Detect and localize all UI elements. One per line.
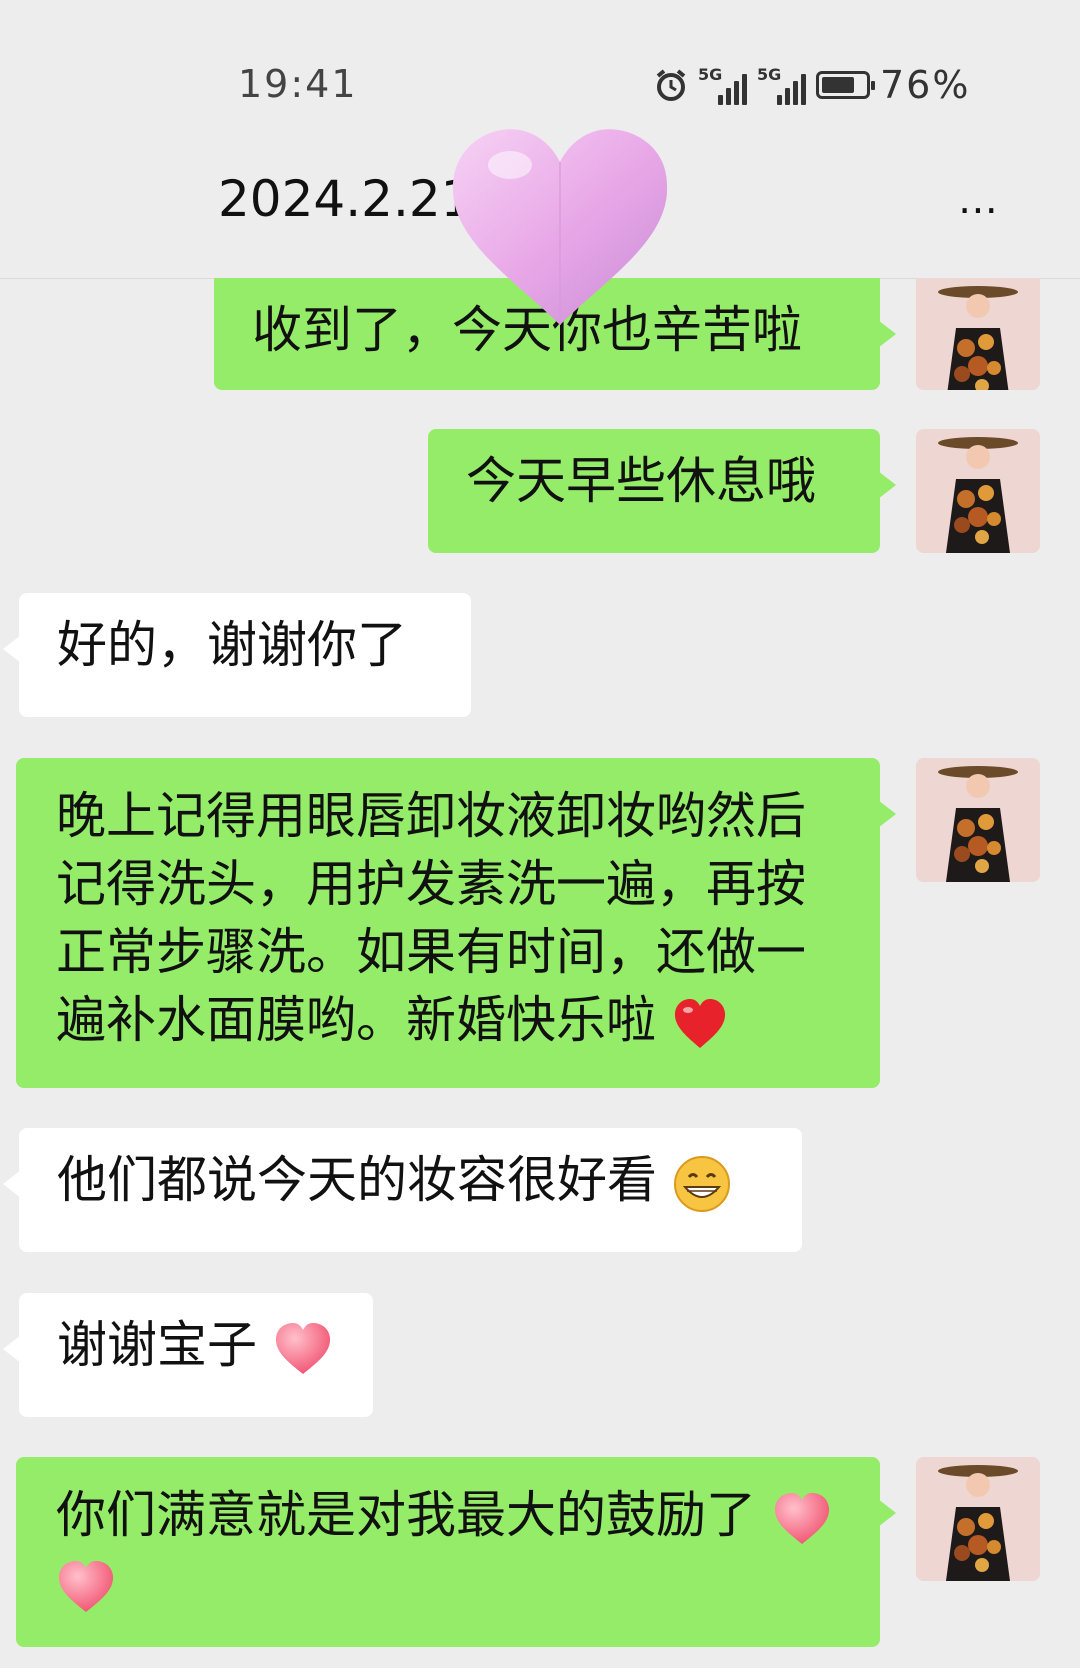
avatar-portrait-icon: [916, 278, 1040, 390]
pink-heart-icon: [774, 1492, 829, 1544]
battery-icon: [816, 71, 875, 99]
status-icons: 5G 5G 76%: [654, 60, 970, 110]
battery-level: [822, 77, 854, 93]
message-text: 谢谢宝子: [57, 1316, 257, 1374]
signal-2-label: 5G: [757, 65, 782, 84]
chat-title[interactable]: 2024.2.21: [218, 170, 472, 228]
message-text: 好的，谢谢你了: [57, 616, 407, 674]
sent-message-bubble[interactable]: 晚上记得用眼唇卸妆液卸妆哟然后记得洗头，用护发素洗一遍，再按正常步骤洗。如果有时…: [16, 758, 896, 1088]
sent-message-bubble[interactable]: 你们满意就是对我最大的鼓励了: [16, 1457, 896, 1647]
sender-avatar[interactable]: [916, 1457, 1040, 1581]
received-message-bubble[interactable]: 谢谢宝子: [3, 1293, 373, 1417]
message-text: 你们满意就是对我最大的鼓励了: [56, 1486, 756, 1544]
alarm-clock-icon: [656, 69, 686, 101]
sender-avatar[interactable]: [916, 758, 1040, 882]
received-message-bubble[interactable]: 好的，谢谢你了: [3, 593, 471, 717]
pink-heart-icon: [275, 1322, 330, 1374]
red-heart-icon: [674, 998, 725, 1048]
avatar-portrait-icon: [916, 429, 1040, 553]
signal-1-label: 5G: [698, 65, 723, 84]
more-options-icon[interactable]: ⋯: [958, 190, 1002, 230]
received-message-bubble[interactable]: 他们都说今天的妆容很好看: [3, 1128, 802, 1252]
avatar-portrait-icon: [916, 758, 1040, 882]
sent-message-bubble[interactable]: 今天早些休息哦: [428, 429, 896, 553]
status-time: 19:41: [238, 62, 358, 106]
cell-signal-1-icon: 5G: [698, 65, 747, 105]
battery-percent: 76%: [880, 63, 971, 107]
message-text: 他们都说今天的妆容很好看: [57, 1151, 657, 1209]
heart-sticker-icon: [452, 129, 668, 325]
sender-avatar[interactable]: [916, 278, 1040, 390]
message-text: 今天早些休息哦: [466, 452, 816, 510]
pink-heart-icon: [58, 1560, 114, 1612]
cell-signal-2-icon: 5G: [757, 65, 806, 105]
sender-avatar[interactable]: [916, 429, 1040, 553]
grinning-face-icon: [673, 1155, 730, 1212]
avatar-portrait-icon: [916, 1457, 1040, 1581]
